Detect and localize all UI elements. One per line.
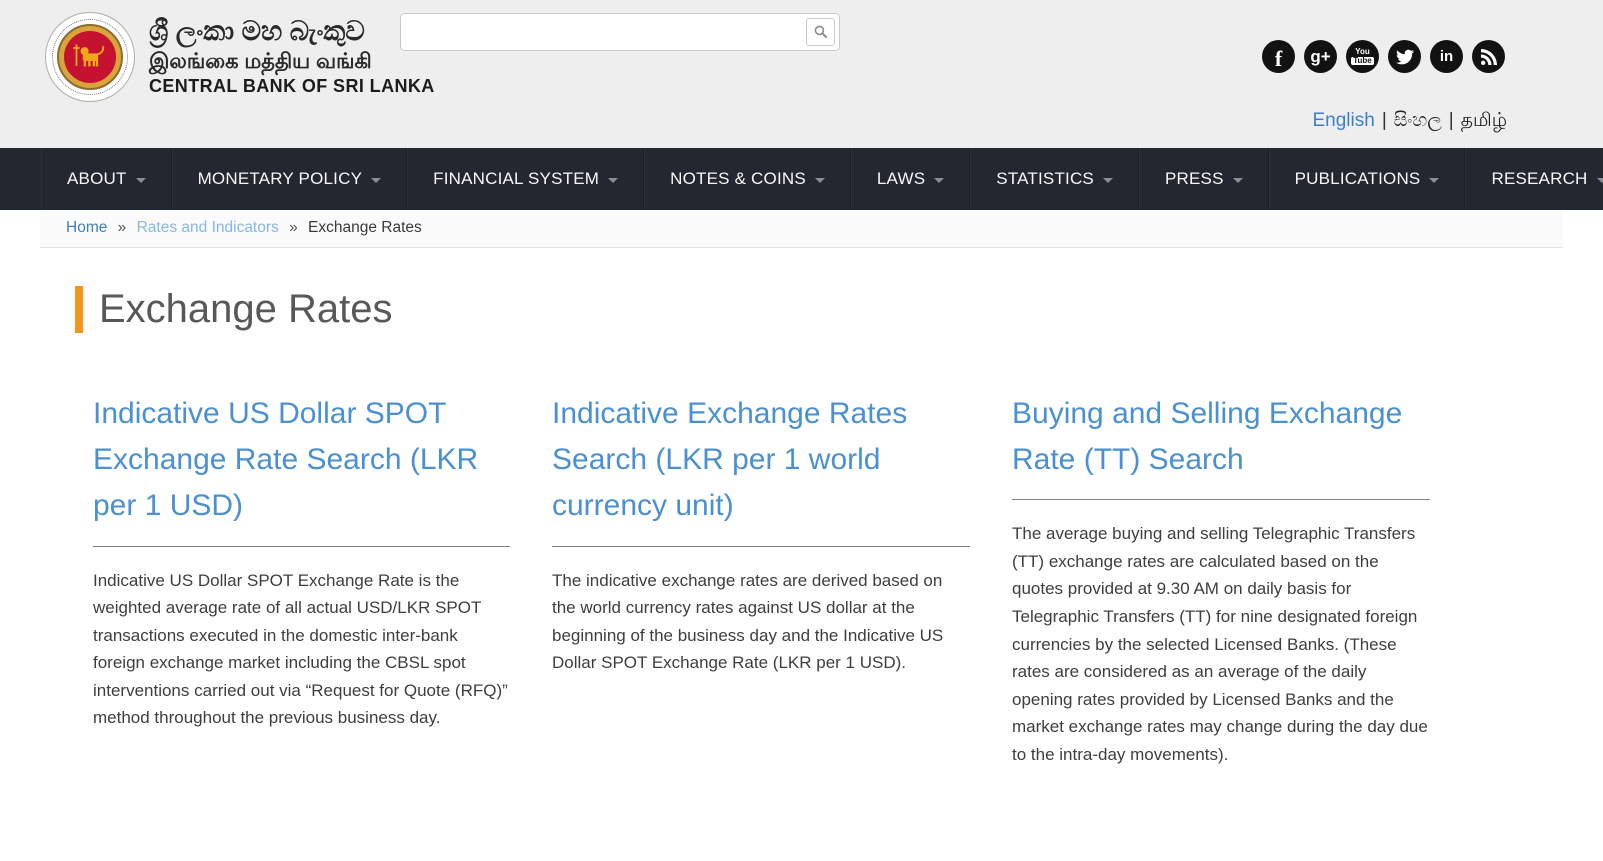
site-header: ශ්‍රී ලංකා මහ බැංකුව இலங்கை மத்திய வங்கி…	[0, 0, 1603, 148]
chevron-down-icon	[608, 178, 618, 183]
title-accent-bar	[75, 286, 83, 333]
page-title: Exchange Rates	[99, 287, 393, 332]
nav-label: MONETARY POLICY	[198, 169, 363, 189]
facebook-glyph: f	[1275, 46, 1282, 72]
breadcrumb-separator: »	[283, 219, 304, 236]
breadcrumb-separator: »	[112, 219, 133, 236]
chevron-down-icon	[1103, 178, 1113, 183]
column-indicative-usd-spot: Indicative US Dollar SPOT Exchange Rate …	[93, 391, 510, 768]
rss-glyph	[1481, 49, 1497, 65]
main-content: Exchange Rates Indicative US Dollar SPOT…	[40, 286, 1563, 828]
language-link-sinhala[interactable]: සිංහල	[1394, 110, 1442, 131]
chevron-down-icon	[1429, 178, 1439, 183]
rss-icon[interactable]	[1472, 40, 1505, 73]
logo-tamil-name: இலங்கை மத்திய வங்கி	[149, 50, 435, 73]
chevron-down-icon	[934, 178, 944, 183]
breadcrumb-current-page: Exchange Rates	[308, 219, 422, 236]
linkedin-icon[interactable]: in	[1430, 40, 1463, 73]
nav-label: ABOUT	[67, 169, 127, 189]
facebook-icon[interactable]: f	[1262, 40, 1295, 73]
breadcrumb-link-rates-and-indicators[interactable]: Rates and Indicators	[137, 219, 279, 236]
nav-item-about[interactable]: ABOUT	[41, 148, 172, 210]
youtube-icon[interactable]: You Tube	[1346, 40, 1379, 73]
nav-item-research[interactable]: RESEARCH	[1465, 148, 1603, 210]
nav-label: PUBLICATIONS	[1295, 169, 1421, 189]
buying-selling-tt-search-link[interactable]: Buying and Selling Exchange Rate (TT) Se…	[1012, 391, 1430, 483]
nav-item-statistics[interactable]: STATISTICS	[970, 148, 1139, 210]
logo-text-block: ශ්‍රී ලංකා මහ බැංකුව இலங்கை மத்திய வங்கி…	[149, 17, 435, 97]
breadcrumb-link-home[interactable]: Home	[66, 219, 107, 236]
column-buying-selling-tt: Buying and Selling Exchange Rate (TT) Se…	[1012, 391, 1430, 768]
nav-item-publications[interactable]: PUBLICATIONS	[1269, 148, 1466, 210]
youtube-glyph: You Tube	[1351, 48, 1374, 65]
divider	[1012, 499, 1430, 500]
nav-label: NOTES & COINS	[670, 169, 806, 189]
language-link-tamil[interactable]: தமிழ்	[1461, 110, 1507, 131]
nav-item-monetary-policy[interactable]: MONETARY POLICY	[172, 148, 408, 210]
nav-label: RESEARCH	[1491, 169, 1587, 189]
main-navigation: ABOUT MONETARY POLICY FINANCIAL SYSTEM N…	[0, 148, 1603, 210]
breadcrumb: Home » Rates and Indicators » Exchange R…	[40, 210, 1563, 248]
search-icon	[813, 24, 829, 40]
language-switcher: English|සිංහල|தமிழ்	[1312, 110, 1507, 134]
column-indicative-exchange-rates: Indicative Exchange Rates Search (LKR pe…	[552, 391, 970, 768]
twitter-icon[interactable]	[1388, 40, 1421, 73]
lion-with-sword-icon	[72, 43, 108, 71]
exchange-rate-columns: Indicative US Dollar SPOT Exchange Rate …	[93, 391, 1430, 768]
indicative-usd-spot-search-link[interactable]: Indicative US Dollar SPOT Exchange Rate …	[93, 391, 510, 530]
chevron-down-icon	[1597, 178, 1603, 183]
search-input[interactable]	[400, 13, 840, 51]
page-title-row: Exchange Rates	[75, 286, 1563, 333]
twitter-bird-glyph	[1396, 48, 1414, 66]
divider	[552, 546, 970, 547]
nav-item-financial-system[interactable]: FINANCIAL SYSTEM	[407, 148, 644, 210]
chevron-down-icon	[136, 178, 146, 183]
search-button[interactable]	[806, 18, 835, 46]
indicative-usd-spot-description: Indicative US Dollar SPOT Exchange Rate …	[93, 567, 510, 732]
chevron-down-icon	[815, 178, 825, 183]
site-logo[interactable]: ශ්‍රී ලංකා මහ බැංකුව இலங்கை மத்திய வங்கி…	[45, 12, 435, 102]
logo-english-name: CENTRAL BANK OF SRI LANKA	[149, 76, 435, 98]
chevron-down-icon	[371, 178, 381, 183]
nav-label: LAWS	[877, 169, 925, 189]
emblem-gold-ring	[57, 24, 123, 90]
nav-label: PRESS	[1165, 169, 1224, 189]
site-search	[400, 13, 840, 51]
nav-item-notes-and-coins[interactable]: NOTES & COINS	[644, 148, 851, 210]
language-separator: |	[1375, 110, 1394, 131]
nav-item-press[interactable]: PRESS	[1139, 148, 1269, 210]
language-separator: |	[1442, 110, 1461, 131]
language-link-english[interactable]: English	[1312, 110, 1374, 131]
cbsl-emblem-icon	[45, 12, 135, 102]
chevron-down-icon	[1233, 178, 1243, 183]
emblem-red-core	[64, 31, 116, 83]
linkedin-glyph: in	[1440, 48, 1453, 65]
logo-sinhala-name: ශ්‍රී ලංකා මහ බැංකුව	[149, 17, 435, 47]
divider	[93, 546, 510, 547]
nav-label: STATISTICS	[996, 169, 1094, 189]
indicative-exchange-rates-description: The indicative exchange rates are derive…	[552, 567, 970, 677]
nav-label: FINANCIAL SYSTEM	[433, 169, 599, 189]
social-links: f g+ You Tube in	[1262, 40, 1505, 73]
buying-selling-tt-description: The average buying and selling Telegraph…	[1012, 520, 1430, 768]
indicative-exchange-rates-search-link[interactable]: Indicative Exchange Rates Search (LKR pe…	[552, 391, 970, 530]
google-plus-glyph: g+	[1310, 47, 1330, 67]
nav-item-laws[interactable]: LAWS	[851, 148, 970, 210]
google-plus-icon[interactable]: g+	[1304, 40, 1337, 73]
